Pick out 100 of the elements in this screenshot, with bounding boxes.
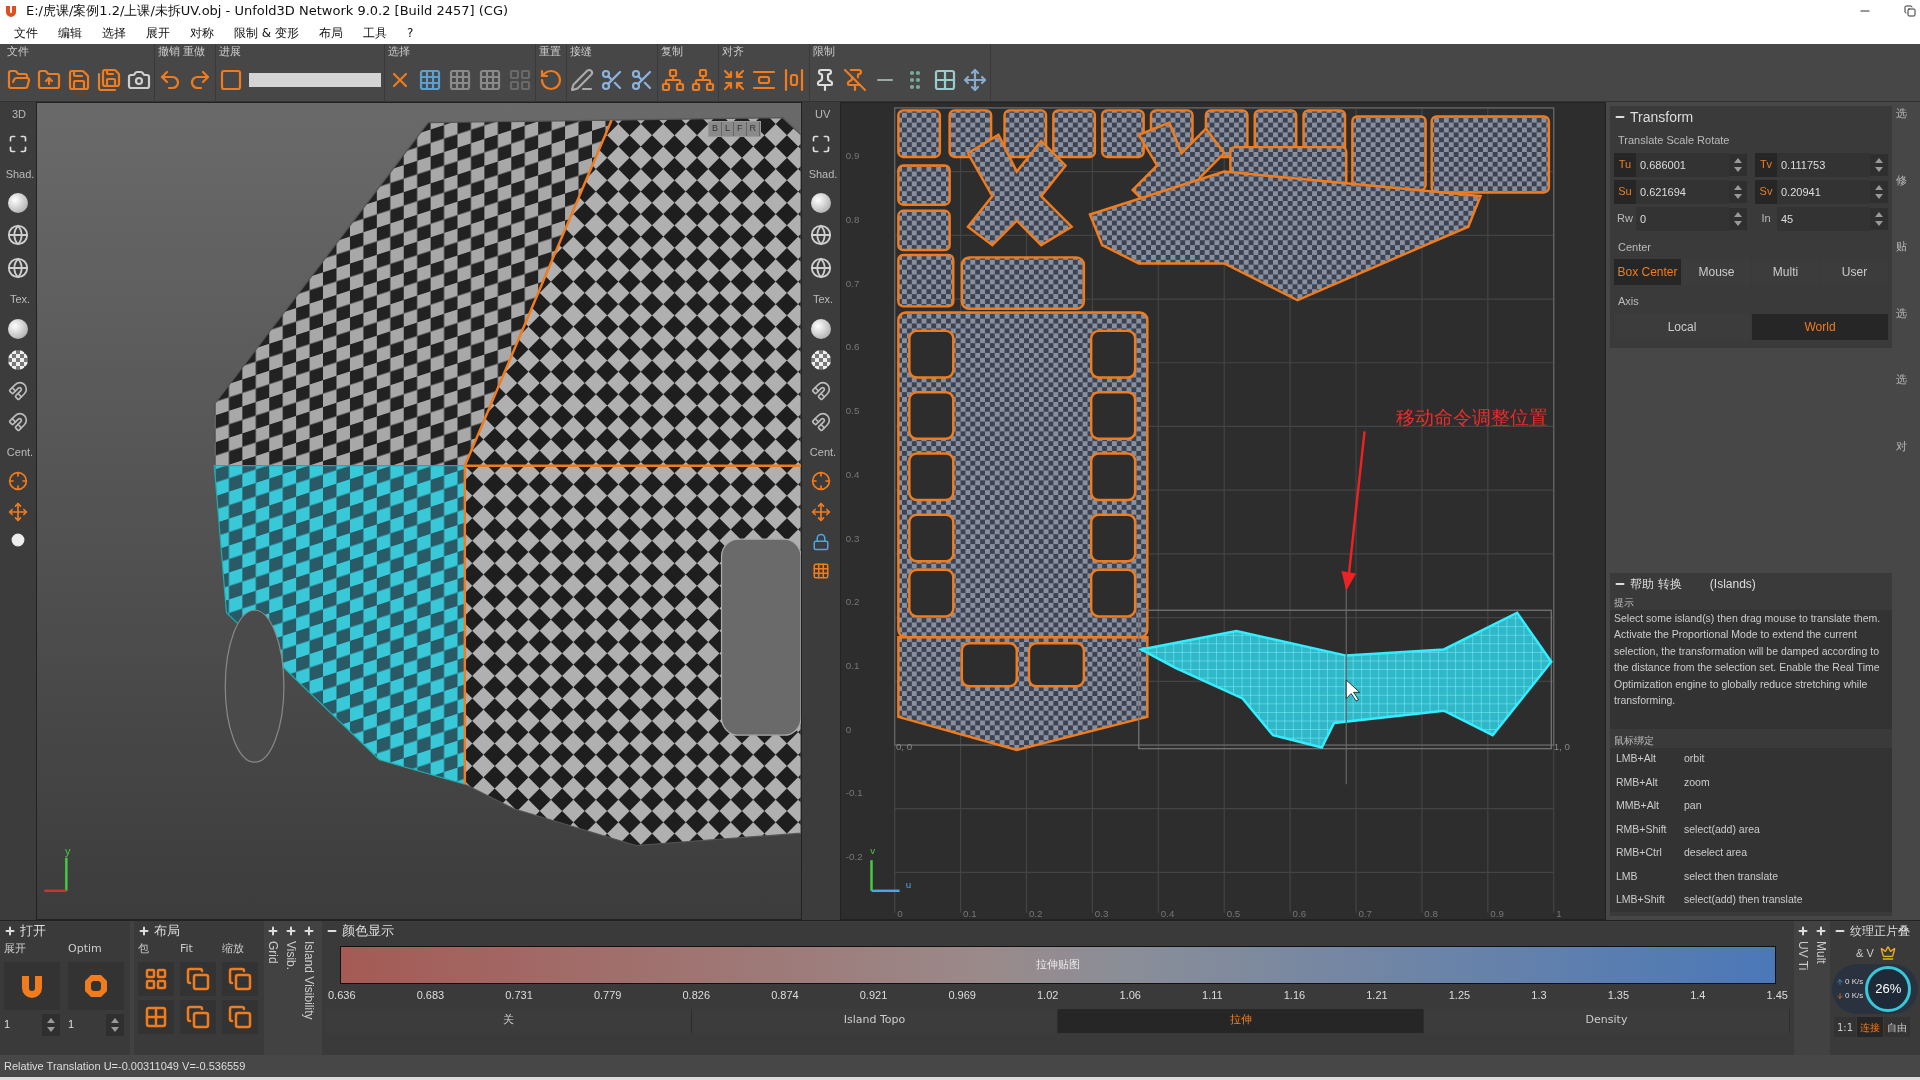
- magnet-icon[interactable]: [8, 380, 28, 401]
- side-tab[interactable]: 选: [1892, 372, 1920, 389]
- wireframe-sphere-icon[interactable]: [7, 257, 29, 279]
- network-icon[interactable]: [691, 68, 715, 92]
- align-horizontal-icon[interactable]: [782, 68, 806, 92]
- menu-item[interactable]: 对称: [180, 24, 224, 42]
- menu-item[interactable]: 布局: [309, 24, 353, 42]
- move-icon[interactable]: [963, 68, 987, 92]
- number-field[interactable]: 0.20941: [1777, 179, 1870, 204]
- lock-icon[interactable]: [812, 533, 830, 551]
- mode-button[interactable]: 自由: [1884, 1017, 1911, 1037]
- frame-icon[interactable]: [8, 133, 28, 154]
- number-field[interactable]: 0.621694: [1636, 179, 1729, 204]
- shrink-icon[interactable]: [722, 68, 746, 92]
- wireframe-sphere-icon[interactable]: [810, 257, 832, 279]
- view-cube-face[interactable]: L: [722, 122, 734, 136]
- mouse-pointer-icon: [1345, 679, 1361, 702]
- move-icon[interactable]: [811, 502, 831, 522]
- spinner-arrows-icon[interactable]: [42, 1013, 60, 1036]
- frame-icon[interactable]: [811, 133, 831, 154]
- crosshair-icon[interactable]: [811, 471, 831, 491]
- menu-item[interactable]: 工具: [353, 24, 397, 42]
- tab[interactable]: 拉伸: [1058, 1008, 1424, 1033]
- menu-item[interactable]: ?: [397, 24, 424, 42]
- pin-off-icon[interactable]: [843, 68, 867, 92]
- wireframe-sphere-icon[interactable]: [7, 224, 29, 246]
- unfold-button[interactable]: [4, 961, 60, 1010]
- number-field[interactable]: 0.111753: [1777, 152, 1870, 177]
- spinner-arrows-icon[interactable]: [1729, 180, 1747, 203]
- mode-button[interactable]: 连接: [1857, 1017, 1884, 1037]
- number-field[interactable]: 1: [68, 1016, 98, 1033]
- camera-icon[interactable]: [127, 68, 151, 92]
- magnet-icon[interactable]: [811, 380, 831, 401]
- grid-select-icon[interactable]: [418, 68, 442, 92]
- view-cube-face[interactable]: R: [746, 122, 760, 136]
- menu-item[interactable]: 文件: [4, 24, 48, 42]
- menu-item[interactable]: 展开: [136, 24, 180, 42]
- network-icon[interactable]: [661, 68, 685, 92]
- open-folder-icon[interactable]: [7, 68, 31, 92]
- move-icon[interactable]: [8, 502, 28, 522]
- side-tab[interactable]: 修: [1892, 172, 1920, 189]
- dot-icon[interactable]: [11, 533, 25, 547]
- menu-item[interactable]: 编辑: [48, 24, 92, 42]
- side-tab[interactable]: 贴: [1892, 239, 1920, 256]
- spinner-arrows-icon[interactable]: [1729, 207, 1747, 230]
- view-cube-face[interactable]: B: [708, 122, 722, 136]
- align-vertical-icon[interactable]: [752, 68, 776, 92]
- wireframe-sphere-icon[interactable]: [810, 224, 832, 246]
- expand-icon[interactable]: [1797, 925, 1809, 937]
- grid-icon[interactable]: [812, 562, 830, 580]
- view-cube[interactable]: B L F R: [707, 121, 761, 137]
- restore-icon[interactable]: [1904, 5, 1916, 17]
- side-tab[interactable]: 选: [1892, 106, 1920, 123]
- number-field[interactable]: 0: [1636, 206, 1729, 231]
- number-field[interactable]: 45: [1777, 206, 1870, 231]
- reset-icon[interactable]: [539, 68, 563, 92]
- view-cube-face[interactable]: F: [734, 122, 747, 136]
- number-field[interactable]: 0.686001: [1636, 152, 1729, 177]
- number-field[interactable]: 1: [4, 1016, 34, 1033]
- expand-icon[interactable]: [4, 925, 16, 937]
- mode-button[interactable]: 1:1: [1834, 1017, 1857, 1037]
- spinner-arrows-icon[interactable]: [1870, 153, 1888, 176]
- expand-icon[interactable]: [1815, 925, 1827, 937]
- binding-keys: MMB+Alt: [1616, 798, 1684, 815]
- spinner-arrows-icon[interactable]: [1870, 180, 1888, 203]
- upload-folder-icon[interactable]: [37, 68, 61, 92]
- magnet-icon[interactable]: [811, 411, 831, 432]
- menu-item[interactable]: 选择: [92, 24, 136, 42]
- side-tab[interactable]: 对: [1892, 438, 1920, 455]
- tiles-icon[interactable]: [144, 966, 168, 991]
- optimize-button[interactable]: [68, 961, 124, 1010]
- scissors-icon[interactable]: [630, 68, 654, 92]
- spinner-arrows-icon[interactable]: [106, 1013, 124, 1036]
- side-tab[interactable]: 选: [1892, 305, 1920, 322]
- menu-item[interactable]: 限制 & 变形: [224, 24, 309, 42]
- option-button[interactable]: Box Center: [1614, 259, 1681, 285]
- save-icon[interactable]: [67, 68, 91, 92]
- tiles-icon[interactable]: [144, 1004, 168, 1029]
- axis-tick-label: -0.1: [845, 787, 863, 799]
- grid-select-icon[interactable]: [478, 68, 502, 92]
- save-all-icon[interactable]: [97, 68, 121, 92]
- spinner-arrows-icon[interactable]: [1729, 153, 1747, 176]
- pen-icon[interactable]: [570, 68, 594, 92]
- crosshair-icon[interactable]: [8, 471, 28, 491]
- spinner-arrows-icon[interactable]: [1870, 207, 1888, 230]
- perspective-viewport[interactable]: B L F R y: [36, 102, 802, 920]
- expand-icon[interactable]: [303, 925, 315, 937]
- grid-select-icon[interactable]: [448, 68, 472, 92]
- expand-icon[interactable]: [138, 925, 150, 937]
- uv-viewport[interactable]: 0.9 0.8 0.7 0.6 0.5 0.4 0.3 0.2 0.1 0 -0.1 -0.2 0 0.1 0.2 0.3 0.4 0.5 0.6 0.7 0.8 0.9 1 0, 0 1, 0 v u 移动命令调整位置: [840, 102, 1606, 920]
- stop-icon[interactable]: [219, 68, 243, 92]
- magnet-icon[interactable]: [8, 411, 28, 432]
- expand-icon[interactable]: [267, 925, 279, 937]
- expand-icon[interactable]: [285, 925, 297, 937]
- option-button[interactable]: World: [1752, 313, 1888, 340]
- redo-icon[interactable]: [188, 68, 212, 92]
- scale-tick-label: 1.06: [1119, 988, 1141, 1003]
- undo-icon[interactable]: [158, 68, 182, 92]
- scissors-icon[interactable]: [600, 68, 624, 92]
- grid-icon[interactable]: [933, 68, 957, 92]
